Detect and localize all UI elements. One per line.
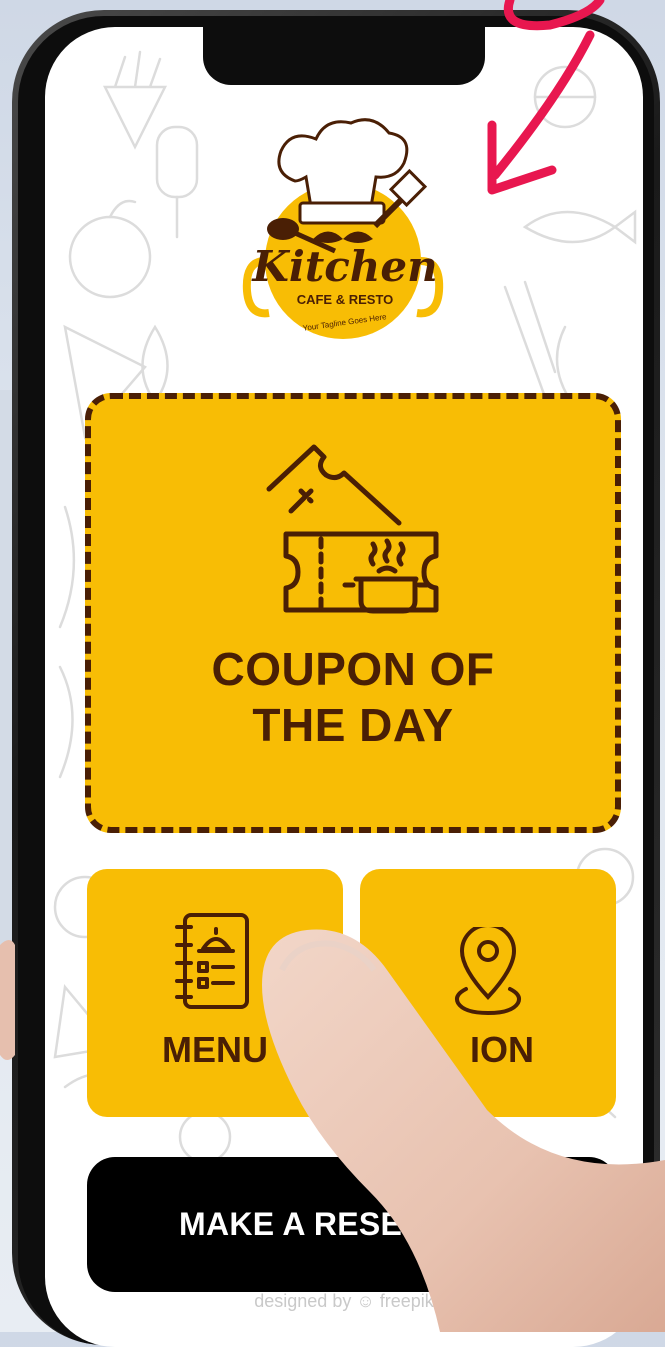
phone-screen: Kitchen CAFE & RESTO Your Tagline Goes H… [45, 27, 643, 1347]
menu-tile[interactable]: MENU [87, 869, 343, 1117]
logo-title: Kitchen [251, 242, 437, 291]
location-label: ION [470, 1029, 535, 1070]
menu-label: MENU [162, 1029, 268, 1070]
arrow-annotation-icon [487, 0, 605, 195]
freepik-credit: designed by ☺ freepik [254, 1291, 434, 1311]
coupon-of-the-day-card[interactable]: COUPON OF THE DAY [85, 393, 621, 833]
menu-book-icon [175, 913, 249, 1009]
coupon-title: COUPON OF THE DAY [211, 643, 495, 751]
phone-notch [203, 27, 485, 85]
make-reservation-button[interactable]: MAKE A RESERVAT [87, 1157, 617, 1292]
coupon-ticket-icon [266, 444, 439, 617]
logo-subtitle: CAFE & RESTO [297, 292, 394, 307]
location-tile[interactable]: ION [360, 869, 616, 1117]
location-pin-icon [455, 927, 521, 1016]
kitchen-logo: Kitchen CAFE & RESTO Your Tagline Goes H… [242, 118, 444, 339]
